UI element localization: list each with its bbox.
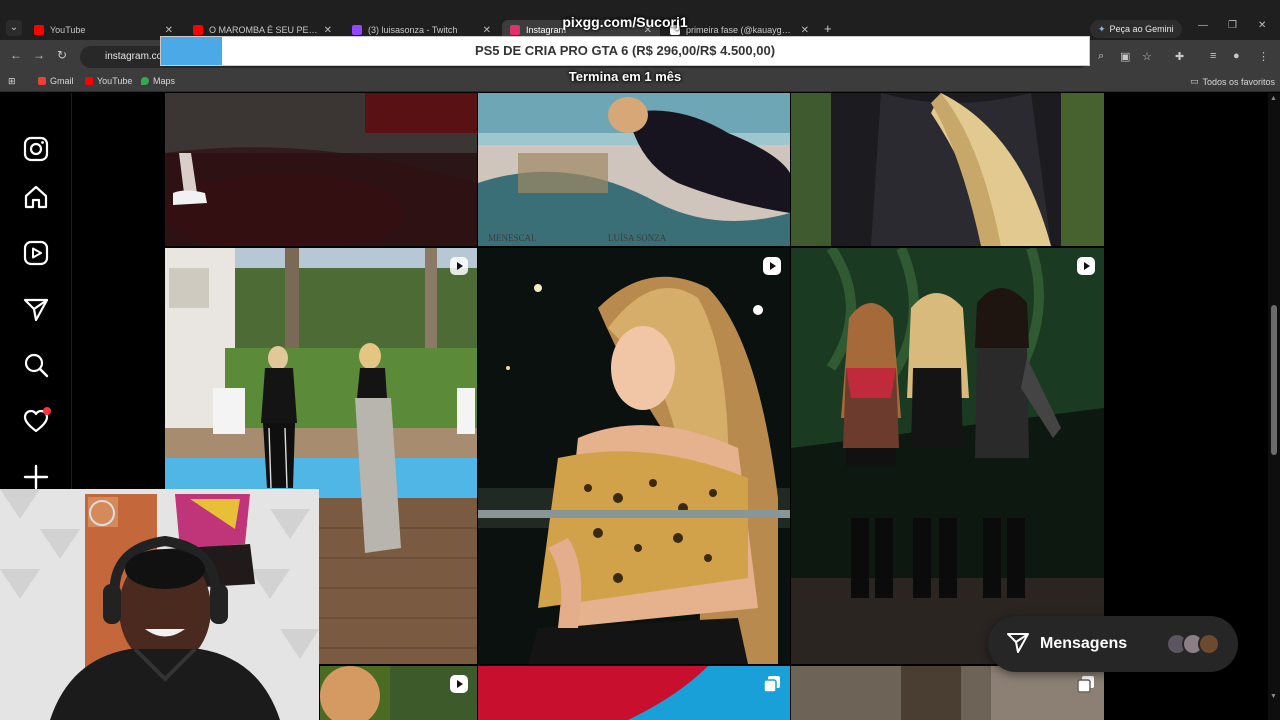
post-tile[interactable]: [791, 93, 1104, 246]
bookmark-gmail[interactable]: Gmail: [38, 76, 74, 86]
new-tab-icon[interactable]: +: [824, 21, 832, 36]
reel-badge-icon: [449, 256, 469, 276]
extensions-icon[interactable]: ✚: [1175, 50, 1184, 63]
youtube-icon: [85, 77, 93, 85]
gemini-button[interactable]: ✦ Peça ao Gemini: [1090, 20, 1182, 38]
goal-deadline: Termina em 1 mês: [568, 69, 682, 84]
install-icon[interactable]: ▣: [1120, 50, 1130, 63]
tab-title: YouTube: [50, 25, 86, 35]
maximize-icon[interactable]: ❐: [1228, 20, 1237, 31]
bookmark-label: Gmail: [50, 76, 74, 86]
post-tile[interactable]: [320, 666, 477, 720]
close-tab-icon[interactable]: ✕: [324, 25, 332, 36]
notification-badge: [43, 407, 51, 415]
forward-icon[interactable]: →: [33, 48, 45, 62]
direct-icon[interactable]: [22, 295, 50, 323]
page-scrollbar[interactable]: ▲ ▼: [1268, 93, 1280, 720]
reels-icon[interactable]: [22, 239, 50, 267]
all-bookmarks[interactable]: ▭ Todos os favoritos: [1190, 76, 1275, 87]
gemini-label: Peça ao Gemini: [1109, 24, 1174, 34]
zoom-icon[interactable]: ⌕: [1098, 50, 1104, 63]
tab-title: O MAROMBA É SEU PERSONAL: [209, 25, 318, 35]
close-tab-icon[interactable]: ✕: [165, 25, 173, 36]
tab-title: (3) luisasonza - Twitch: [368, 25, 458, 35]
reel-badge-icon: [449, 674, 469, 694]
post-watermark-right: LUÍSA SONZA: [608, 233, 667, 243]
bookmark-label: Maps: [153, 76, 176, 86]
post-tile[interactable]: [478, 248, 790, 664]
home-icon[interactable]: [22, 183, 50, 211]
scroll-up-icon[interactable]: ▲: [1270, 95, 1277, 102]
profile-avatar[interactable]: ●: [1233, 50, 1240, 62]
scroll-down-icon[interactable]: ▼: [1270, 693, 1277, 700]
post-tile[interactable]: [791, 666, 1104, 720]
bookmark-star-icon[interactable]: ☆: [1142, 50, 1152, 63]
back-icon[interactable]: ←: [10, 48, 22, 62]
webcam-overlay: [0, 489, 319, 720]
youtube-icon: [34, 25, 44, 35]
folder-icon: ▭: [1190, 76, 1199, 86]
apps-grid-icon[interactable]: ⊞: [8, 76, 16, 87]
media-icon[interactable]: ≡: [1210, 50, 1216, 62]
carousel-badge-icon: [762, 674, 782, 694]
reel-badge-icon: [1076, 256, 1096, 276]
direct-icon: [1006, 630, 1030, 659]
post-tile[interactable]: [165, 93, 477, 246]
gmail-icon: [38, 77, 46, 85]
avatar: [1198, 633, 1220, 655]
youtube-icon: [193, 25, 203, 35]
post-tile[interactable]: [791, 248, 1104, 664]
instagram-icon: [510, 25, 520, 35]
twitch-icon: [352, 25, 362, 35]
carousel-badge-icon: [1076, 674, 1096, 694]
maps-pin-icon: [141, 77, 149, 85]
bookmark-label: YouTube: [97, 76, 133, 86]
close-tab-icon[interactable]: ✕: [801, 25, 809, 36]
close-window-icon[interactable]: ✕: [1258, 20, 1266, 31]
gemini-sparkle-icon: ✦: [1098, 23, 1106, 34]
post-watermark-left: MENESCAL: [488, 233, 537, 243]
message-avatars: [1166, 633, 1220, 655]
bookmark-youtube[interactable]: YouTube: [85, 76, 132, 86]
reel-badge-icon: [762, 256, 782, 276]
create-plus-icon[interactable]: [22, 463, 50, 491]
donation-url: pixgg.com/Sucorj1: [562, 14, 688, 30]
tab-search-chevron-icon[interactable]: ⌄: [6, 20, 22, 36]
post-tile[interactable]: MENESCAL LUÍSA SONZA: [478, 93, 790, 246]
instagram-logo-icon[interactable]: [22, 135, 50, 163]
all-bookmarks-label: Todos os favoritos: [1202, 76, 1276, 87]
menu-kebab-icon[interactable]: ⋮: [1258, 50, 1269, 63]
reload-icon[interactable]: ↻: [57, 48, 67, 62]
messages-label: Mensagens: [1040, 635, 1128, 652]
bookmark-maps[interactable]: Maps: [141, 76, 175, 86]
post-tile[interactable]: [478, 666, 790, 720]
minimize-icon[interactable]: —: [1198, 20, 1208, 31]
donation-goal-bar: PS5 DE CRIA PRO GTA 6 (R$ 296,00/R$ 4.50…: [160, 36, 1090, 66]
close-tab-icon[interactable]: ✕: [483, 25, 491, 36]
screen: MENESCAL LUÍSA SONZA Mensagens ▲ ▼ ⌄ You…: [0, 0, 1280, 720]
goal-text: PS5 DE CRIA PRO GTA 6 (R$ 296,00/R$ 4.50…: [474, 43, 776, 58]
search-icon[interactable]: [22, 351, 50, 379]
tab-youtube[interactable]: YouTube ✕: [26, 20, 181, 40]
messages-button[interactable]: Mensagens: [988, 616, 1238, 672]
scroll-thumb[interactable]: [1271, 305, 1277, 455]
